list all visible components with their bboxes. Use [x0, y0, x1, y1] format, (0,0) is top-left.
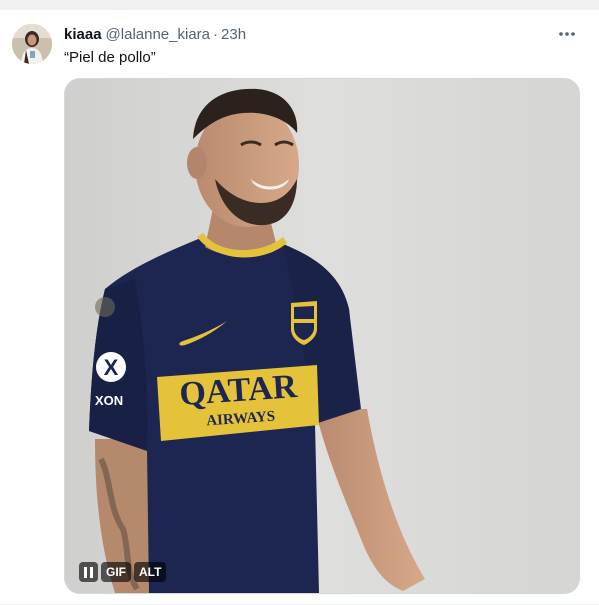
tweet-card[interactable]: kiaaa @lalanne_kiara · 23h “Piel de poll… — [0, 0, 599, 605]
more-options-button[interactable] — [555, 24, 579, 44]
gif-frame-image: QATAR AIRWAYS X XON — [65, 79, 579, 593]
separator-dot: · — [213, 25, 219, 43]
pause-icon — [84, 562, 93, 582]
separator-strip — [0, 0, 599, 10]
avatar[interactable] — [12, 24, 52, 64]
pause-button[interactable] — [79, 562, 98, 582]
timestamp[interactable]: 23h — [221, 26, 246, 43]
alt-text-button[interactable]: ALT — [134, 562, 167, 582]
svg-text:X: X — [104, 355, 119, 380]
profile-photo-icon — [12, 24, 52, 64]
more-horizontal-icon — [559, 32, 575, 36]
display-name[interactable]: kiaaa — [64, 26, 102, 43]
gif-media[interactable]: QATAR AIRWAYS X XON GIF ALT — [64, 78, 580, 594]
gif-badge: GIF — [101, 562, 131, 582]
gif-controls: GIF ALT — [79, 562, 167, 582]
user-handle[interactable]: @lalanne_kiara — [106, 26, 210, 43]
svg-text:XON: XON — [95, 393, 123, 408]
tweet-text: “Piel de pollo” — [64, 49, 156, 66]
tweet-header: kiaaa @lalanne_kiara · 23h — [64, 24, 246, 44]
